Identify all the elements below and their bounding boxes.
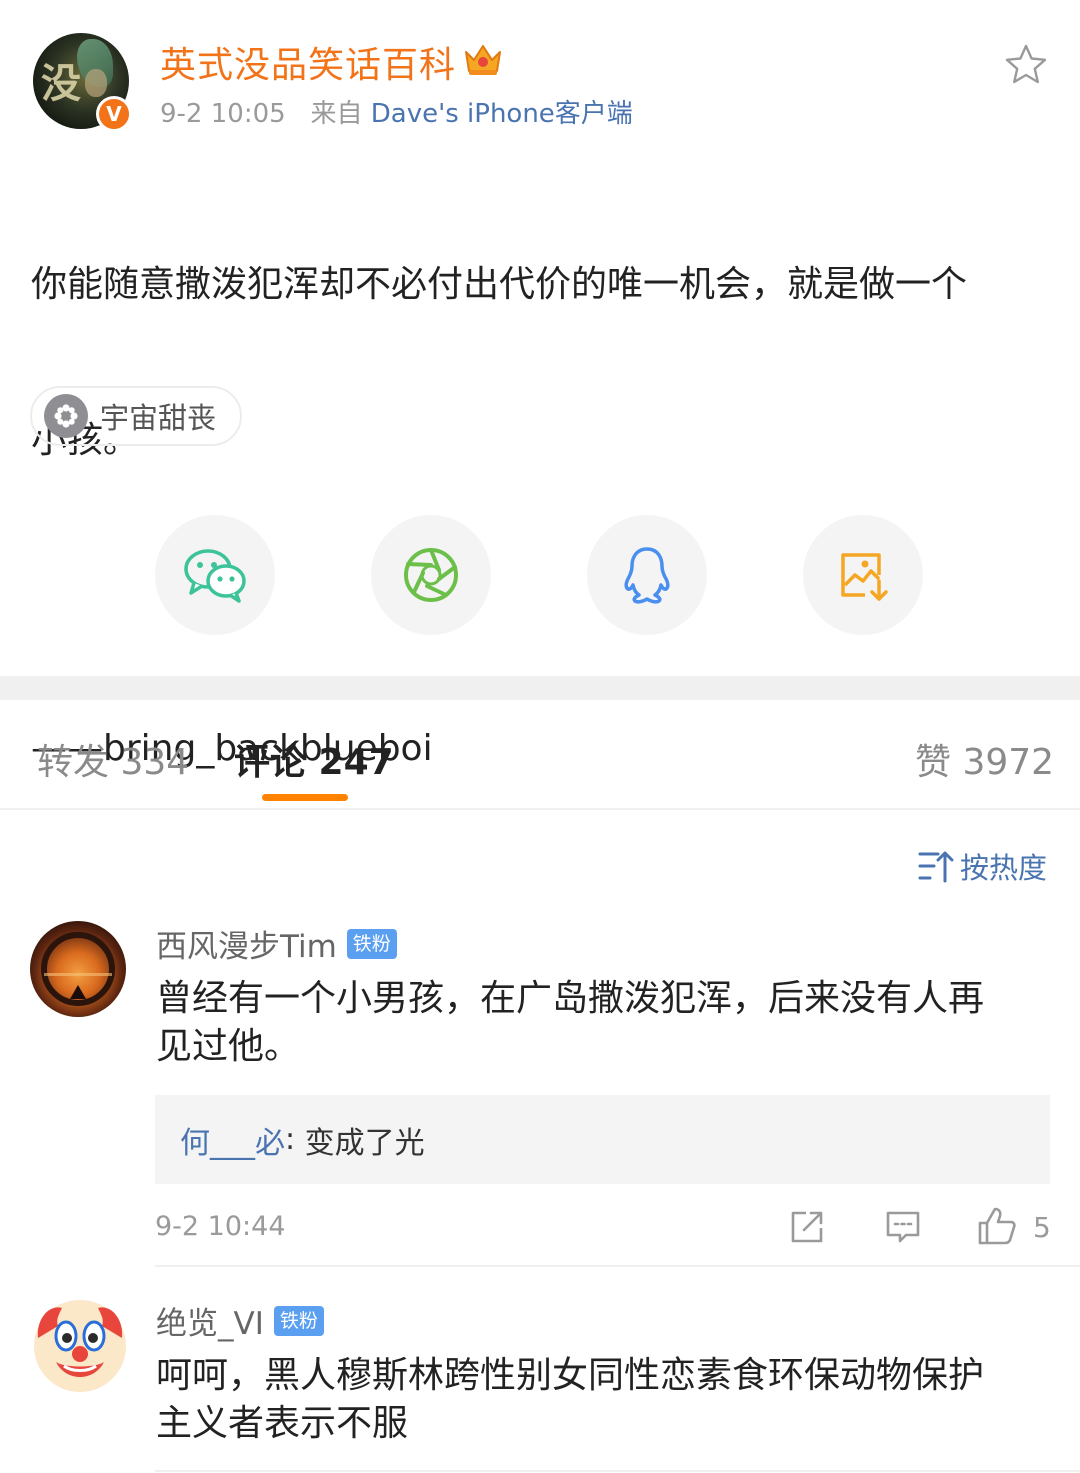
comment-text-line: 见过他。 [156,1026,301,1067]
share-wechat-button[interactable] [155,515,275,635]
source-link[interactable]: Dave's iPhone客户端 [371,99,633,129]
fan-badge: 铁粉 [273,1305,324,1336]
tab-likes[interactable]: 赞 3972 [915,733,1054,785]
comment-author-name: 绝览_VI [156,1306,264,1342]
sort-icon [918,851,954,883]
save-image-icon [841,553,888,601]
tab-divider [0,808,1080,810]
reply-separator: : [285,1122,305,1157]
wechat-icon [184,549,246,603]
active-tab-indicator [262,794,348,801]
avatar-glyph-art: 没 [41,60,81,107]
tab-repost[interactable]: 转发 334 [37,733,189,785]
author-name[interactable]: 英式没品笑话百科 [160,36,456,88]
reply-text: 变成了光 [304,1125,425,1161]
comment-text: 曾经有一个小男孩，在广岛撒泼犯浑，后来没有人再 见过他。 [156,975,1046,1071]
comment-divider [155,1265,1080,1267]
section-divider [0,676,1080,700]
topic-flower-icon [44,394,88,438]
topic-label: 宇宙甜丧 [100,401,217,435]
sunset-art [41,932,115,1006]
like-count: 5 [1033,1211,1051,1244]
post-meta: 9-2 10:05 来自 Dave's iPhone客户端 [160,93,633,130]
post-text-line: 你能随意撒泼犯浑却不必付出代价的唯一机会，就是做一个 [31,264,968,305]
clown-face-icon [34,1300,126,1392]
favorite-star-icon[interactable] [1003,42,1049,88]
post-timestamp: 9-2 10:05 [160,99,286,129]
comment-author[interactable]: 绝览_VI 铁粉 [156,1298,324,1343]
reply-preview[interactable]: 何___必: 变成了光 [155,1095,1050,1184]
comment-avatar[interactable] [30,921,126,1017]
post-body: 你能随意撒泼犯浑却不必付出代价的唯一机会，就是做一个 小孩。 ——bring_b… [31,155,1041,827]
source-prefix: 来自 [310,99,363,129]
reply-icon[interactable] [884,1208,922,1246]
tab-comments[interactable]: 评论 247 [234,733,394,785]
avatar-face-art [85,69,107,97]
comment-divider [155,1470,1080,1472]
comment-text-line: 曾经有一个小男孩，在广岛撒泼犯浑，后来没有人再 [156,978,985,1019]
moments-icon [404,548,458,602]
save-image-button[interactable] [803,515,923,635]
crown-icon [465,45,501,75]
share-qq-button[interactable] [587,515,707,635]
like-thumb-icon[interactable] [976,1205,1018,1247]
sort-label: 按热度 [960,851,1048,885]
verified-badge-icon: V [96,96,132,132]
comment-text: 呵呵，黑人穆斯林跨性别女同性恋素食环保动物保护 主义者表示不服 [156,1352,1046,1448]
qq-icon [624,547,670,604]
comment-text-line: 主义者表示不服 [156,1403,409,1444]
sort-by-hot-button[interactable]: 按热度 [918,845,1047,887]
comment-author[interactable]: 西风漫步Tim 铁粉 [156,921,397,966]
comment-time: 9-2 10:44 [155,1211,286,1242]
repost-icon[interactable] [788,1208,826,1246]
comment-text-line: 呵呵，黑人穆斯林跨性别女同性恋素食环保动物保护 [156,1355,985,1396]
topic-chip[interactable]: 宇宙甜丧 [30,386,243,446]
share-moments-button[interactable] [371,515,491,635]
fan-badge: 铁粉 [346,928,397,959]
reply-author[interactable]: 何___必 [180,1118,285,1162]
comment-avatar[interactable] [32,1298,128,1394]
comment-author-name: 西风漫步Tim [156,929,337,965]
